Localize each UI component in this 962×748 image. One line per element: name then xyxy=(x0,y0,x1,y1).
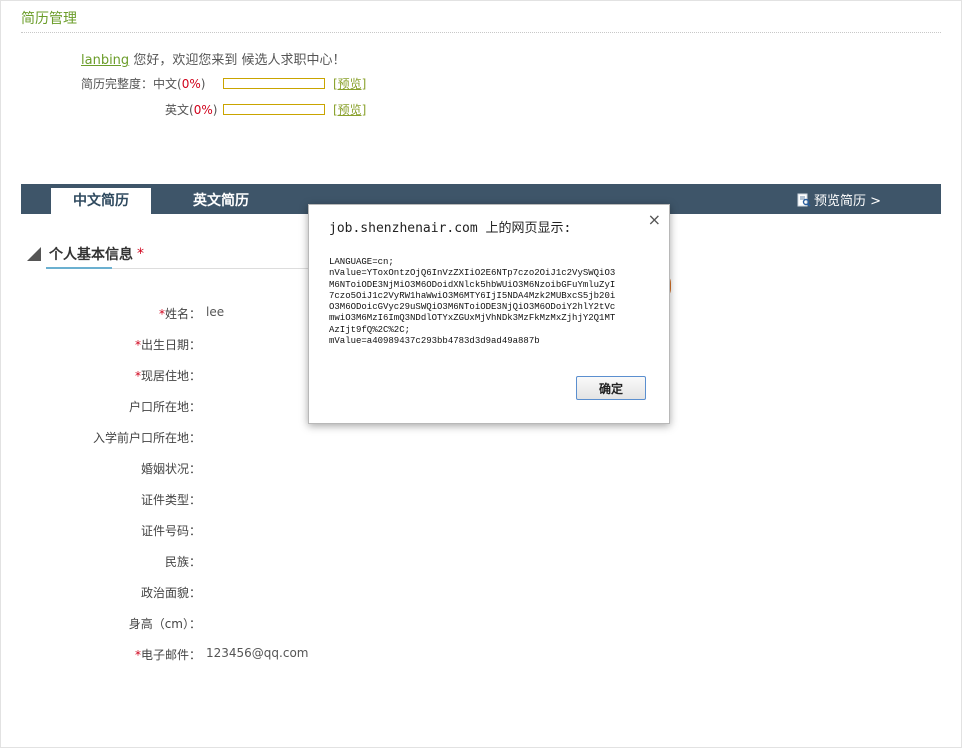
field-label: *姓名： xyxy=(159,305,201,322)
form-field-row: *姓名： xyxy=(1,305,201,321)
field-label: *现居住地： xyxy=(135,367,201,384)
form-field-row: *电子邮件： xyxy=(1,646,201,662)
form-field-row: 身高（cm）： xyxy=(1,615,201,631)
field-label: *电子邮件： xyxy=(135,646,201,663)
section-title: 个人基本信息 xyxy=(49,247,133,263)
field-label: 政治面貌： xyxy=(141,584,201,601)
preview-link-cn[interactable]: [预览] xyxy=(333,75,366,92)
field-label: 入学前户口所在地： xyxy=(93,429,201,446)
completeness-pct-cn: 0% xyxy=(181,77,201,91)
field-value: lee xyxy=(206,305,225,319)
section-required-mark: * xyxy=(137,246,144,262)
field-label-text: 证件类型： xyxy=(140,493,201,507)
field-label-text: 入学前户口所在地： xyxy=(92,431,201,445)
form-field-row: 入学前户口所在地： xyxy=(1,429,201,445)
progress-bar-en xyxy=(223,104,325,115)
preview-resume-label: 预览简历 > xyxy=(813,194,881,209)
completeness-pct-en: 0% xyxy=(193,103,213,117)
form-field-row: 证件号码： xyxy=(1,522,201,538)
field-label: 证件号码： xyxy=(141,522,201,539)
progress-bar-cn xyxy=(223,78,325,89)
field-label-text: 身高（cm）： xyxy=(128,617,201,631)
welcome-message: 您好，欢迎您来到 候选人求职中心！ xyxy=(133,53,346,68)
field-label: 身高（cm）： xyxy=(129,615,201,632)
ok-button[interactable]: 确定 xyxy=(576,376,646,400)
document-search-icon xyxy=(797,193,811,207)
preview-link-en[interactable]: [预览] xyxy=(333,101,366,118)
form-field-row: 婚姻状况： xyxy=(1,460,201,476)
field-label-text: 民族： xyxy=(164,555,201,569)
completeness-lang-cn: 中文 xyxy=(153,77,178,91)
close-icon[interactable]: × xyxy=(648,210,661,229)
page-frame: 简历管理 lanbing 您好，欢迎您来到 候选人求职中心！ 简历完整度：中文(… xyxy=(0,0,962,748)
alert-dialog: job.shenzhenair.com 上的网页显示: × LANGUAGE=c… xyxy=(308,204,670,424)
form-field-row: *出生日期： xyxy=(1,336,201,352)
field-label: *出生日期： xyxy=(135,336,201,353)
form-field-row: 民族： xyxy=(1,553,201,569)
username-link[interactable]: lanbing xyxy=(81,53,129,68)
tab-english-resume[interactable]: 英文简历 xyxy=(171,188,271,214)
field-label-text: 电子邮件： xyxy=(140,648,201,662)
form-field-row: *现居住地： xyxy=(1,367,201,383)
dialog-title: job.shenzhenair.com 上的网页显示: xyxy=(329,221,572,236)
field-label: 婚姻状况： xyxy=(141,460,201,477)
field-label-text: 现居住地： xyxy=(140,369,201,383)
welcome-line: lanbing 您好，欢迎您来到 候选人求职中心！ xyxy=(81,49,345,68)
title-divider xyxy=(21,32,941,33)
form-field-row: 证件类型： xyxy=(1,491,201,507)
field-label: 证件类型： xyxy=(141,491,201,508)
dialog-message: LANGUAGE=cn; nValue=YToxOntzOjQ6InVzZXIi… xyxy=(329,257,616,347)
field-label-text: 出生日期： xyxy=(140,338,201,352)
page-title: 简历管理 xyxy=(21,11,77,27)
field-label-text: 户口所在地： xyxy=(128,400,201,414)
field-label-text: 姓名： xyxy=(164,307,201,321)
field-label-text: 婚姻状况： xyxy=(140,462,201,476)
field-label-text: 政治面貌： xyxy=(140,586,201,600)
section-divider-accent xyxy=(46,267,112,269)
completeness-lang-en: 英文 xyxy=(165,103,190,117)
section-triangle-icon xyxy=(27,247,41,261)
preview-resume-button[interactable]: 预览简历 > xyxy=(797,190,881,209)
completeness-row-cn: 简历完整度：中文(0%) xyxy=(81,77,206,91)
field-value: 123456@qq.com xyxy=(206,646,309,660)
form-field-row: 户口所在地： xyxy=(1,398,201,414)
tab-chinese-resume[interactable]: 中文简历 xyxy=(51,188,151,214)
field-label-text: 证件号码： xyxy=(140,524,201,538)
form-field-row: 政治面貌： xyxy=(1,584,201,600)
field-label: 户口所在地： xyxy=(129,398,201,415)
section-heading: 个人基本信息 * xyxy=(27,244,144,264)
completeness-row-en: 英文(0%) xyxy=(165,103,218,117)
completeness-label: 简历完整度： xyxy=(81,77,154,91)
field-label: 民族： xyxy=(165,553,201,570)
